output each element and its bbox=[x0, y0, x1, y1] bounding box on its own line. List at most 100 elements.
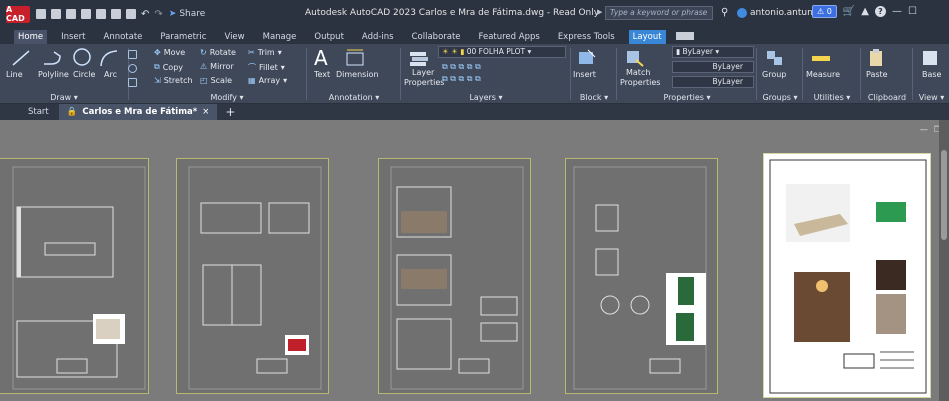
view-group-title[interactable]: View ▾ bbox=[914, 93, 949, 102]
layout-sheet-2[interactable] bbox=[176, 158, 329, 394]
undo-icon[interactable]: ↶ bbox=[141, 9, 149, 20]
hatch-icon[interactable] bbox=[128, 78, 137, 87]
utilities-group-title[interactable]: Utilities ▾ bbox=[804, 93, 860, 102]
redo-icon[interactable]: ↷ bbox=[154, 9, 162, 20]
close-icon[interactable]: × bbox=[202, 107, 209, 117]
layout-sheet-1[interactable] bbox=[0, 158, 149, 394]
print-icon[interactable] bbox=[126, 9, 136, 19]
cart-icon[interactable]: 🛒 bbox=[843, 6, 855, 17]
insert-block-icon[interactable] bbox=[576, 48, 598, 68]
autodesk-app-icon[interactable]: ▲ bbox=[861, 6, 869, 17]
scale-button[interactable]: ◰ Scale bbox=[200, 76, 232, 85]
save-icon[interactable] bbox=[66, 9, 76, 19]
notifications-badge[interactable]: ⚠ 0 bbox=[812, 5, 837, 18]
tab-express-tools[interactable]: Express Tools bbox=[554, 30, 619, 44]
tab-parametric[interactable]: Parametric bbox=[156, 30, 210, 44]
arc-icon[interactable] bbox=[98, 48, 120, 68]
viewport-minimize-icon[interactable]: — bbox=[920, 125, 928, 134]
maximize-icon[interactable]: ☐ bbox=[908, 6, 917, 17]
annotation-group-title[interactable]: Annotation ▾ bbox=[308, 93, 400, 102]
modify-group-title[interactable]: Modify ▾ bbox=[148, 93, 306, 102]
groups-group-title[interactable]: Groups ▾ bbox=[758, 93, 802, 102]
vertical-scrollbar[interactable] bbox=[939, 120, 949, 401]
match-properties-icon[interactable] bbox=[624, 48, 646, 68]
line-label[interactable]: Line bbox=[6, 70, 23, 79]
rotate-button[interactable]: ↻ Rotate bbox=[200, 48, 236, 57]
layer-tools-row-1[interactable]: ⧉ ⧉ ⧉ ⧉ ⧉ bbox=[442, 62, 481, 72]
polyline-label[interactable]: Polyline bbox=[38, 70, 69, 79]
insert-label[interactable]: Insert bbox=[573, 70, 596, 79]
text-icon[interactable]: A bbox=[314, 46, 328, 70]
scrollbar-thumb[interactable] bbox=[941, 150, 947, 240]
move-button[interactable]: ✥ Move bbox=[154, 48, 185, 57]
color-dropdown[interactable]: ▮ ByLayer ▾ bbox=[672, 46, 754, 58]
line-icon[interactable] bbox=[10, 48, 32, 68]
measure-label[interactable]: Measure bbox=[806, 70, 840, 79]
clipboard-group-title[interactable]: Clipboard bbox=[862, 93, 912, 102]
circle-label[interactable]: Circle bbox=[73, 70, 95, 79]
layer-tools-row-2[interactable]: ⧉ ⧉ ⧉ ⧉ ⧉ bbox=[442, 74, 481, 84]
layout-sheet-4[interactable] bbox=[565, 158, 718, 394]
ellipse-icon[interactable] bbox=[128, 64, 137, 73]
measure-icon[interactable] bbox=[810, 48, 832, 68]
arc-label[interactable]: Arc bbox=[104, 70, 117, 79]
drawing-canvas[interactable]: — ❐ bbox=[0, 120, 949, 401]
tab-home[interactable]: Home bbox=[14, 30, 48, 44]
start-tab[interactable]: Start bbox=[0, 107, 59, 117]
layer-properties-label-2[interactable]: Properties bbox=[404, 78, 444, 87]
tab-add-ins[interactable]: Add-ins bbox=[358, 30, 398, 44]
tab-annotate[interactable]: Annotate bbox=[100, 30, 147, 44]
web-mobile-icon[interactable] bbox=[96, 9, 106, 19]
layer-dropdown[interactable]: ☀ ☀ ▮ 00 FOLHA PLOT ▾ bbox=[438, 46, 566, 58]
properties-group-title[interactable]: Properties ▾ bbox=[618, 93, 756, 102]
save-as-icon[interactable] bbox=[81, 9, 91, 19]
dimension-label[interactable]: Dimension bbox=[336, 70, 379, 79]
open-file-icon[interactable] bbox=[51, 9, 61, 19]
text-label[interactable]: Text bbox=[314, 70, 330, 79]
rectangle-icon[interactable] bbox=[128, 50, 137, 59]
search-expand-icon[interactable]: ▶ bbox=[597, 8, 602, 16]
share-button[interactable]: ➤ Share bbox=[169, 9, 206, 19]
new-tab-button[interactable]: + bbox=[225, 105, 235, 119]
tab-collaborate[interactable]: Collaborate bbox=[408, 30, 465, 44]
layer-properties-icon[interactable] bbox=[408, 48, 430, 68]
polyline-icon[interactable] bbox=[42, 48, 64, 68]
drawing-tab[interactable]: 🔒 Carlos e Mra de Fátima* × bbox=[58, 104, 218, 120]
lineweight-dropdown[interactable]: ByLayer bbox=[672, 76, 754, 88]
base-label[interactable]: Base bbox=[922, 70, 941, 79]
array-button[interactable]: ▦ Array ▾ bbox=[248, 76, 287, 85]
mirror-button[interactable]: ⚠ Mirror bbox=[200, 62, 234, 71]
ribbon-toggle-icon[interactable] bbox=[675, 32, 694, 40]
paste-icon[interactable] bbox=[866, 48, 888, 68]
fillet-button[interactable]: ⌒ Fillet ▾ bbox=[248, 62, 285, 73]
user-account[interactable]: antonio.antun... bbox=[737, 8, 821, 18]
plot-icon[interactable] bbox=[111, 9, 121, 19]
tab-featured-apps[interactable]: Featured Apps bbox=[475, 30, 544, 44]
minimize-icon[interactable]: — bbox=[892, 6, 902, 17]
trim-button[interactable]: ✂ Trim ▾ bbox=[248, 48, 282, 57]
tab-layout[interactable]: Layout bbox=[628, 30, 666, 44]
tab-view[interactable]: View bbox=[220, 30, 248, 44]
copy-button[interactable]: ⧉ Copy bbox=[154, 62, 183, 72]
match-properties-label-1[interactable]: Match bbox=[626, 68, 650, 77]
tab-output[interactable]: Output bbox=[310, 30, 348, 44]
draw-group-title[interactable]: Draw ▾ bbox=[0, 93, 128, 102]
base-view-icon[interactable] bbox=[920, 48, 942, 68]
new-file-icon[interactable] bbox=[36, 9, 46, 19]
layout-sheet-5[interactable] bbox=[763, 153, 931, 398]
autocad-logo[interactable]: A CAD bbox=[6, 5, 30, 23]
group-label[interactable]: Group bbox=[762, 70, 786, 79]
circle-icon[interactable] bbox=[71, 47, 93, 67]
help-icon[interactable]: ? bbox=[874, 6, 886, 17]
match-properties-label-2[interactable]: Properties bbox=[620, 78, 660, 87]
stretch-button[interactable]: ⇲ Stretch bbox=[154, 76, 193, 85]
dimension-icon[interactable] bbox=[344, 48, 366, 68]
search-icon[interactable]: ⚲ bbox=[721, 7, 728, 18]
paste-label[interactable]: Paste bbox=[866, 70, 888, 79]
search-input[interactable]: Type a keyword or phrase bbox=[605, 6, 713, 20]
layout-sheet-3[interactable] bbox=[378, 158, 531, 394]
linetype-dropdown[interactable]: ByLayer bbox=[672, 61, 754, 73]
group-icon[interactable] bbox=[764, 48, 786, 68]
layers-group-title[interactable]: Layers ▾ bbox=[402, 93, 570, 102]
block-group-title[interactable]: Block ▾ bbox=[572, 93, 616, 102]
